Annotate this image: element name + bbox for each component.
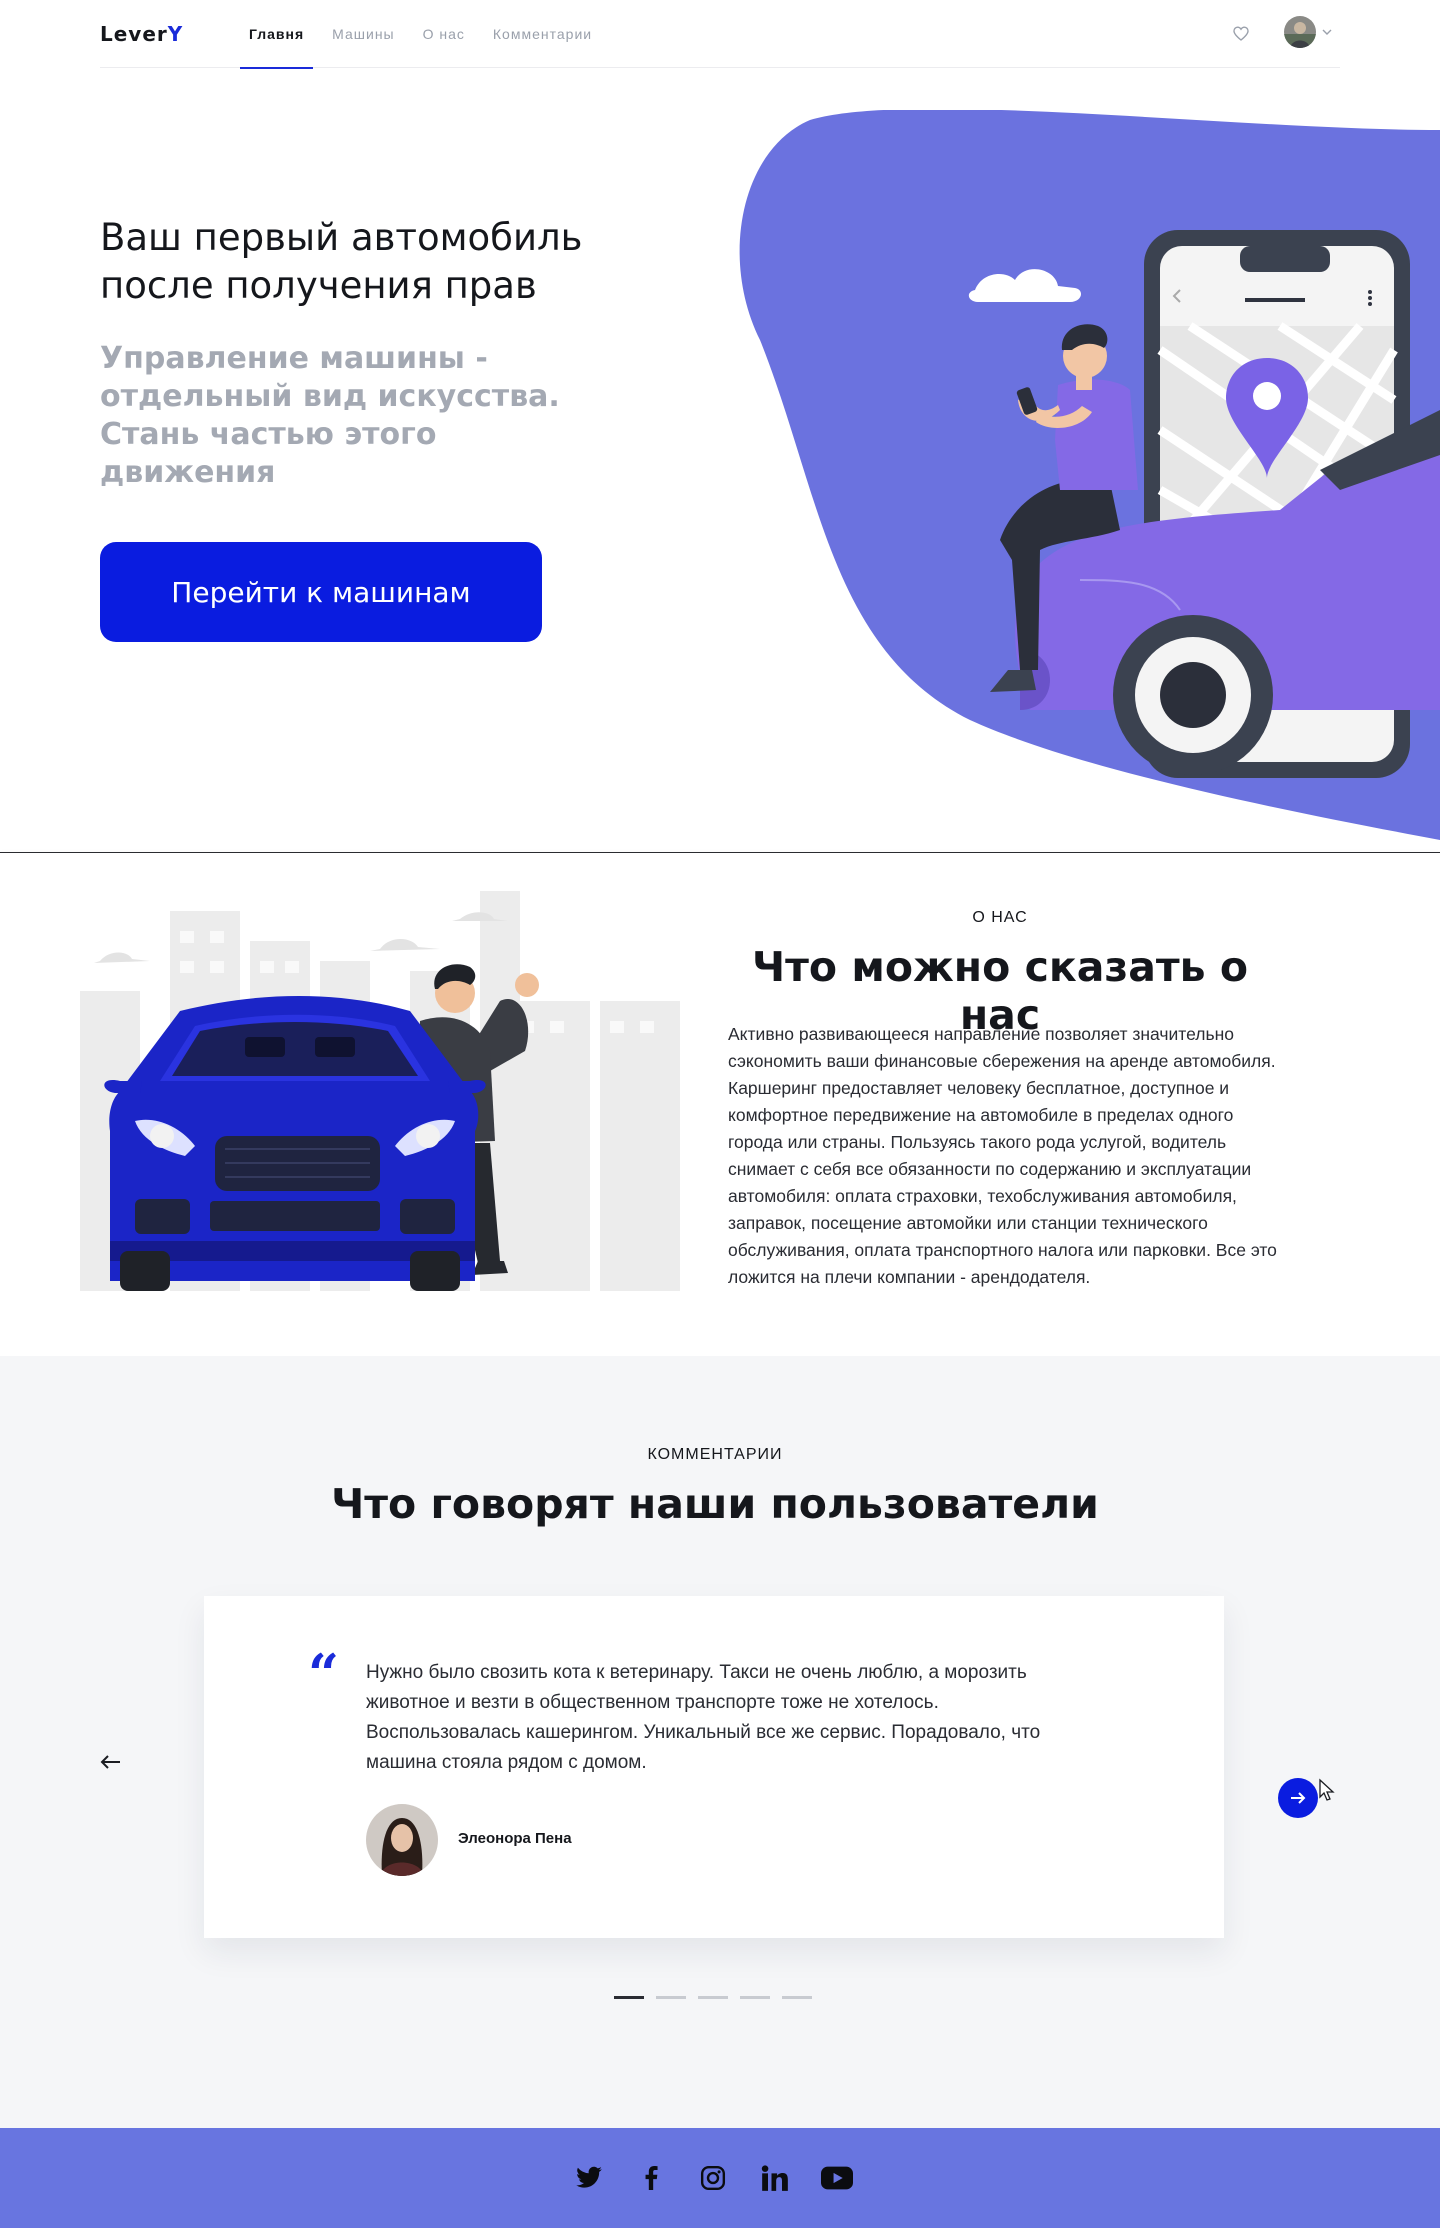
slider-pagination (614, 1996, 812, 1999)
slider-dot[interactable] (656, 1996, 686, 1999)
reviews-kicker: КОММЕНТАРИИ (647, 1446, 783, 1463)
reviews-title: Что говорят наши пользователи (331, 1480, 1099, 1528)
nav-item-home[interactable]: Главня (240, 0, 314, 69)
reviews-section: КОММЕНТАРИИ Что говорят наши пользовател… (0, 1356, 1440, 2128)
logo-accent-text: Y (167, 22, 184, 46)
nav-item-cars[interactable]: Машины (323, 0, 403, 68)
facebook-icon[interactable] (635, 2162, 667, 2194)
chevron-down-icon (1322, 29, 1332, 35)
user-menu[interactable] (1284, 16, 1332, 48)
slider-dot[interactable] (614, 1996, 644, 1999)
mouse-cursor-icon (1319, 1778, 1335, 1801)
logo[interactable]: LeverY (100, 22, 183, 46)
main-nav: Главня Машины О нас Комментарии (240, 0, 611, 69)
footer (0, 2128, 1440, 2228)
nav-item-about[interactable]: О нас (414, 0, 474, 68)
review-quote: Нужно было свозить кота к ветеринару. Та… (366, 1662, 1041, 1773)
go-to-cars-button[interactable]: Перейти к машинам (100, 542, 542, 642)
youtube-icon[interactable] (821, 2162, 853, 2194)
landing-page: LeverY Главня Машины О нас Комментарии В… (0, 0, 1440, 2228)
arrow-right-button[interactable] (1278, 1778, 1318, 1818)
slider-dot[interactable] (740, 1996, 770, 1999)
about-paragraph: Активно развивающееся направление позвол… (728, 1024, 1276, 1071)
about-illustration (80, 891, 680, 1291)
author-avatar (366, 1804, 438, 1876)
arrow-left-icon[interactable] (98, 1752, 124, 1772)
about-text: Активно развивающееся направление позвол… (728, 1021, 1288, 1291)
twitter-icon[interactable] (573, 2162, 605, 2194)
about-section: О НАС Что можно сказать о нас Активно ра… (0, 852, 1440, 1356)
top-header: LeverY Главня Машины О нас Комментарии (100, 0, 1340, 69)
slider-dot[interactable] (698, 1996, 728, 1999)
instagram-icon[interactable] (697, 2162, 729, 2194)
heart-icon[interactable] (1230, 22, 1252, 44)
social-links (0, 2128, 1440, 2228)
slider-dot[interactable] (782, 1996, 812, 1999)
review-author: Элеонора Пена (458, 1830, 572, 1847)
quote-icon: “ (308, 1642, 340, 1706)
linkedin-icon[interactable] (759, 2162, 791, 2194)
hero-title: Ваш первый автомобиль после получения пр… (100, 216, 583, 307)
hero-illustration (739, 110, 1440, 840)
about-kicker: О НАС (972, 909, 1028, 926)
hero-subtitle: Управление машины - отдельный вид искусс… (100, 341, 560, 490)
avatar (1284, 16, 1316, 48)
arrow-right-icon (1291, 1792, 1306, 1804)
logo-main-text: Lever (100, 22, 168, 46)
about-paragraph: Каршеринг предоставляет человеку бесплат… (728, 1078, 1277, 1287)
nav-item-comments[interactable]: Комментарии (484, 0, 601, 68)
review-card: “ Нужно было свозить кота к ветеринару. … (204, 1596, 1224, 1938)
